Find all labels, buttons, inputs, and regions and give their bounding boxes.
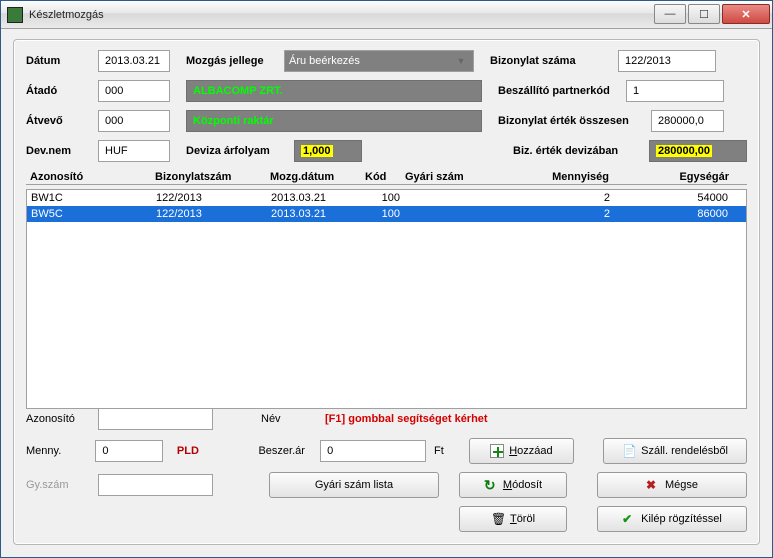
app-icon bbox=[7, 7, 23, 23]
display-biz-ertek-devizaban: 280000,00 bbox=[649, 140, 747, 162]
combo-mozgas-jellege[interactable]: Áru beérkezés ▼ bbox=[284, 50, 474, 72]
trash-icon bbox=[491, 512, 505, 526]
label-beszer-ar: Beszer.ár bbox=[258, 445, 312, 457]
input-devnem[interactable] bbox=[98, 140, 170, 162]
input-beszallito-partnerkod[interactable] bbox=[626, 80, 724, 102]
col-kod: Kód bbox=[365, 171, 405, 183]
help-text: [F1] gombbal segítséget kérhet bbox=[325, 413, 488, 425]
input-gyszam[interactable] bbox=[98, 474, 213, 496]
col-gyari-szam: Gyári szám bbox=[405, 171, 525, 183]
titlebar: Készletmozgás — ☐ ✕ bbox=[1, 1, 772, 29]
label-biz-ertek-devizaban: Biz. érték devizában bbox=[513, 145, 641, 157]
cross-icon bbox=[646, 478, 660, 492]
col-mozg-datum: Mozg.dátum bbox=[270, 171, 365, 183]
display-atvevo-nev: Központi raktár bbox=[186, 110, 482, 132]
input-entry-azonosito[interactable] bbox=[98, 408, 213, 430]
label-entry-nev: Név bbox=[261, 413, 317, 425]
label-gyszam: Gy.szám bbox=[26, 479, 90, 491]
from-order-button[interactable]: Száll. rendelésből bbox=[603, 438, 747, 464]
label-deviza-arfolyam: Deviza árfolyam bbox=[186, 145, 286, 157]
input-beszer-ar[interactable] bbox=[320, 440, 426, 462]
col-mennyiseg: Mennyiség bbox=[525, 171, 625, 183]
maximize-button[interactable]: ☐ bbox=[688, 4, 720, 24]
label-mozgas-jellege: Mozgás jellege bbox=[186, 55, 276, 67]
add-button-label: ozzáad bbox=[517, 445, 552, 457]
close-button[interactable]: ✕ bbox=[722, 4, 770, 24]
table-row[interactable]: BW1C122/20132013.03.21100254000 bbox=[27, 190, 746, 206]
modify-button[interactable]: Módosít bbox=[459, 472, 567, 498]
add-button[interactable]: Hozzáad bbox=[469, 438, 573, 464]
combo-value: Áru beérkezés bbox=[289, 55, 360, 67]
from-order-label: Száll. rendelésből bbox=[641, 445, 728, 457]
input-bizonylat-ertek-osszesen[interactable] bbox=[651, 110, 724, 132]
serial-list-button[interactable]: Gyári szám lista bbox=[269, 472, 439, 498]
input-bizonylat-szama[interactable] bbox=[618, 50, 716, 72]
label-entry-azonosito: Azonosító bbox=[26, 413, 90, 425]
table-row[interactable]: BW5C122/20132013.03.21100286000 bbox=[27, 206, 746, 222]
unit-pld: PLD bbox=[177, 445, 211, 457]
cancel-label: Mégse bbox=[665, 479, 698, 491]
input-entry-menny[interactable] bbox=[95, 440, 163, 462]
delete-button[interactable]: Töröl bbox=[459, 506, 567, 532]
label-bizonylat-szama: Bizonylat száma bbox=[490, 55, 610, 67]
save-exit-label: Kilép rögzítéssel bbox=[641, 513, 722, 525]
label-atvevo: Átvevő bbox=[26, 115, 90, 127]
input-atvevo[interactable] bbox=[98, 110, 170, 132]
label-bizonylat-ertek-osszesen: Bizonylat érték összesen bbox=[498, 115, 643, 127]
cancel-button[interactable]: Mégse bbox=[597, 472, 747, 498]
serial-list-label: Gyári szám lista bbox=[315, 479, 393, 491]
chevron-down-icon: ▼ bbox=[453, 56, 469, 66]
grid[interactable]: BW1C122/20132013.03.21100254000BW5C122/2… bbox=[26, 189, 747, 409]
plus-icon bbox=[490, 444, 504, 458]
label-atado: Átadó bbox=[26, 85, 90, 97]
save-exit-button[interactable]: Kilép rögzítéssel bbox=[597, 506, 747, 532]
display-atado-nev: ALBACOMP ZRT. bbox=[186, 80, 482, 102]
col-azonosito: Azonosító bbox=[30, 171, 155, 183]
display-deviza-arfolyam: 1,000 bbox=[294, 140, 362, 162]
label-ft: Ft bbox=[434, 445, 453, 457]
input-datum[interactable] bbox=[98, 50, 170, 72]
label-datum: Dátum bbox=[26, 55, 90, 67]
input-atado[interactable] bbox=[98, 80, 170, 102]
label-beszallito-partnerkod: Beszállító partnerkód bbox=[498, 85, 618, 97]
col-egysegar: Egységár bbox=[625, 171, 743, 183]
refresh-icon bbox=[484, 478, 498, 492]
grid-header: Azonosító Bizonylatszám Mozg.dátum Kód G… bbox=[26, 170, 747, 185]
label-devnem: Dev.nem bbox=[26, 145, 90, 157]
check-icon bbox=[622, 512, 636, 526]
label-entry-menny: Menny. bbox=[26, 445, 87, 457]
window-title: Készletmozgás bbox=[29, 9, 654, 21]
document-icon bbox=[622, 444, 636, 458]
minimize-button[interactable]: — bbox=[654, 4, 686, 24]
col-bizonylatszam: Bizonylatszám bbox=[155, 171, 270, 183]
